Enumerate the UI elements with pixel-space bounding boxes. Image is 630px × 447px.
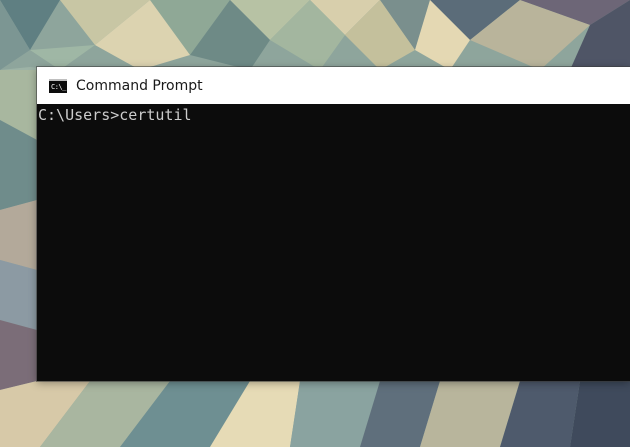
window-title: Command Prompt bbox=[76, 77, 203, 94]
console-output[interactable]: C:\Users>certutil bbox=[37, 104, 630, 381]
command-prompt-icon: C:\_ bbox=[49, 78, 67, 93]
console-line: C:\Users>certutil bbox=[38, 106, 192, 124]
command-prompt-window[interactable]: C:\_ Command Prompt C:\Users>certutil bbox=[37, 67, 630, 381]
window-titlebar[interactable]: C:\_ Command Prompt bbox=[37, 67, 630, 104]
